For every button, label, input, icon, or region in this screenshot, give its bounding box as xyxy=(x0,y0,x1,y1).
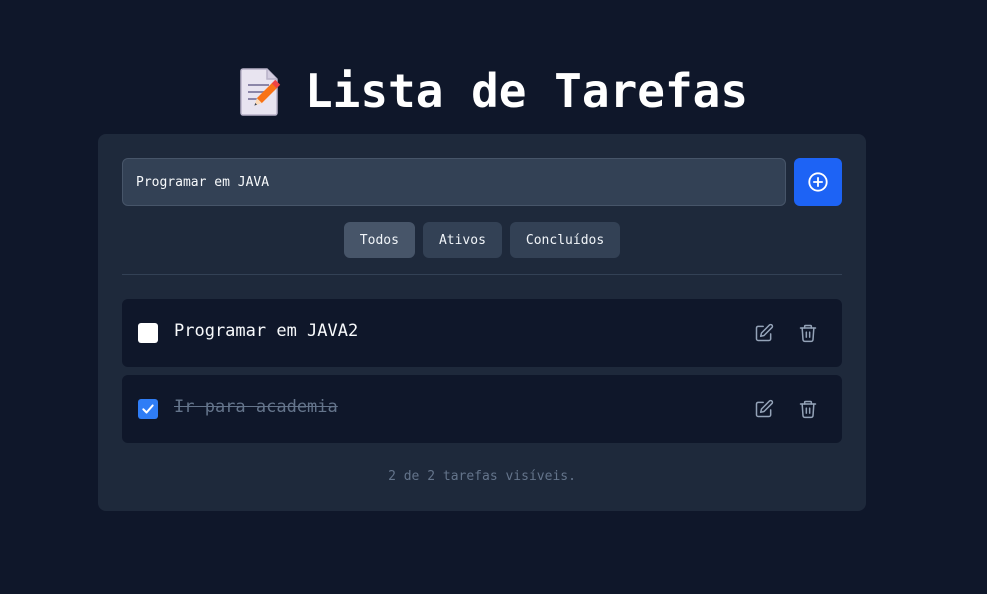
task-input[interactable] xyxy=(122,158,786,206)
trash-icon[interactable] xyxy=(796,397,820,421)
checkmark-icon xyxy=(142,404,154,414)
add-task-form xyxy=(122,158,842,206)
task-text: Ir para academia xyxy=(174,397,338,417)
edit-icon[interactable] xyxy=(752,321,776,345)
filter-completed-button[interactable]: Concluídos xyxy=(509,222,621,258)
add-task-button[interactable] xyxy=(794,158,842,206)
filter-all-button[interactable]: Todos xyxy=(343,222,415,258)
task-text: Programar em JAVA2 xyxy=(174,321,359,341)
page: Lista de Tarefas Todos Ativos Concluídos xyxy=(0,0,987,594)
divider xyxy=(122,274,842,275)
filter-active-button[interactable]: Ativos xyxy=(422,222,502,258)
filter-tabs: Todos Ativos Concluídos xyxy=(98,222,866,258)
trash-icon[interactable] xyxy=(796,321,820,345)
page-title: Lista de Tarefas xyxy=(304,64,749,118)
todo-card: Todos Ativos Concluídos Programar em JAV… xyxy=(98,134,866,511)
task-count-summary: 2 de 2 tarefas visíveis. xyxy=(388,469,576,484)
task-checkbox[interactable] xyxy=(138,399,158,419)
task-checkbox[interactable] xyxy=(138,323,158,343)
memo-pencil-icon xyxy=(239,65,283,117)
edit-icon[interactable] xyxy=(752,397,776,421)
plus-circle-icon xyxy=(807,171,829,193)
header: Lista de Tarefas xyxy=(0,64,987,118)
task-item: Ir para academia xyxy=(122,375,842,443)
task-item: Programar em JAVA2 xyxy=(122,299,842,367)
